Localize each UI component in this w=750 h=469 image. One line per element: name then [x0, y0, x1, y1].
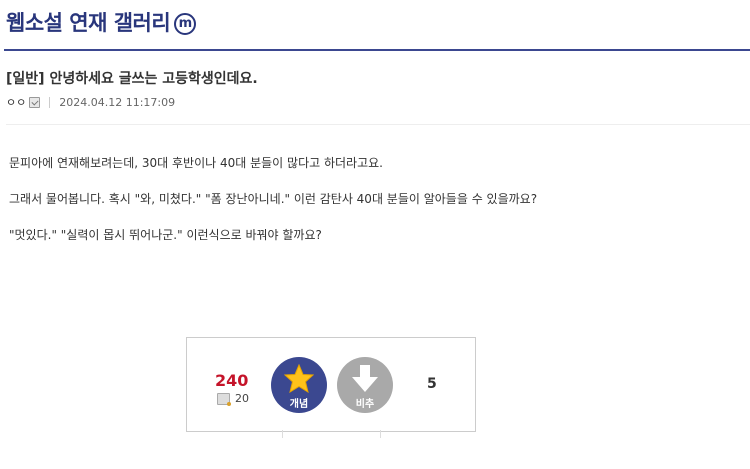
minor-gallery-badge-icon: m	[174, 13, 197, 35]
content-paragraph: "멋있다." "실력이 몹시 뛰어나군." 이런식으로 바꿔야 할까요?	[9, 228, 322, 242]
post-meta: ㅇㅇ 2024.04.12 11:17:09	[6, 94, 175, 110]
post-title: [일반] 안녕하세요 글쓰는 고등학생인데요.	[6, 68, 258, 88]
gallery-title[interactable]: 웹소설 연재 갤러리 m	[6, 7, 197, 37]
meta-divider	[49, 96, 51, 108]
post-date: 2024.04.12 11:17:09	[59, 95, 176, 109]
writer-nickname[interactable]: ㅇㅇ	[6, 94, 26, 110]
box-divider	[380, 430, 381, 438]
downvote-button[interactable]: 비추	[337, 357, 393, 413]
post-header: [일반] 안녕하세요 글쓰는 고등학생인데요. ㅇㅇ 2024.04.12 11…	[6, 64, 750, 125]
gallery-title-text[interactable]: 웹소설 연재 갤러리	[6, 11, 171, 35]
box-divider	[282, 430, 283, 438]
fixed-nick-icon	[29, 96, 41, 108]
post-title-text: 안녕하세요 글쓰는 고등학생인데요.	[49, 71, 258, 87]
content-paragraph: 그래서 물어봅니다. 혹시 "와, 미쳤다." "폼 장난아니네." 이런 감탄…	[9, 192, 538, 206]
content-paragraph: 문피아에 연재해보려는데, 30대 후반이나 40대 분들이 많다고 하더라고요…	[9, 156, 383, 170]
post-head-tag: [일반]	[6, 71, 45, 87]
down-arrow-icon	[352, 365, 378, 392]
downvote-count: 5	[427, 376, 437, 392]
fixed-member-icon	[217, 392, 231, 406]
recommend-box: 240 20 개념 비추 5	[186, 337, 476, 438]
star-icon	[284, 364, 314, 393]
upvote-label: 개념	[289, 399, 309, 410]
fixed-upvote-value: 20	[235, 392, 249, 405]
fixed-upvote-count: 20	[217, 392, 249, 406]
upvote-button[interactable]: 개념	[271, 357, 327, 413]
upvote-count: 240	[215, 371, 249, 390]
downvote-label: 비추	[355, 399, 375, 410]
post-content: 문피아에 연재해보려는데, 30대 후반이나 40대 분들이 많다고 하더라고요…	[9, 155, 739, 263]
gallery-header: 웹소설 연재 갤러리 m	[4, 0, 750, 51]
